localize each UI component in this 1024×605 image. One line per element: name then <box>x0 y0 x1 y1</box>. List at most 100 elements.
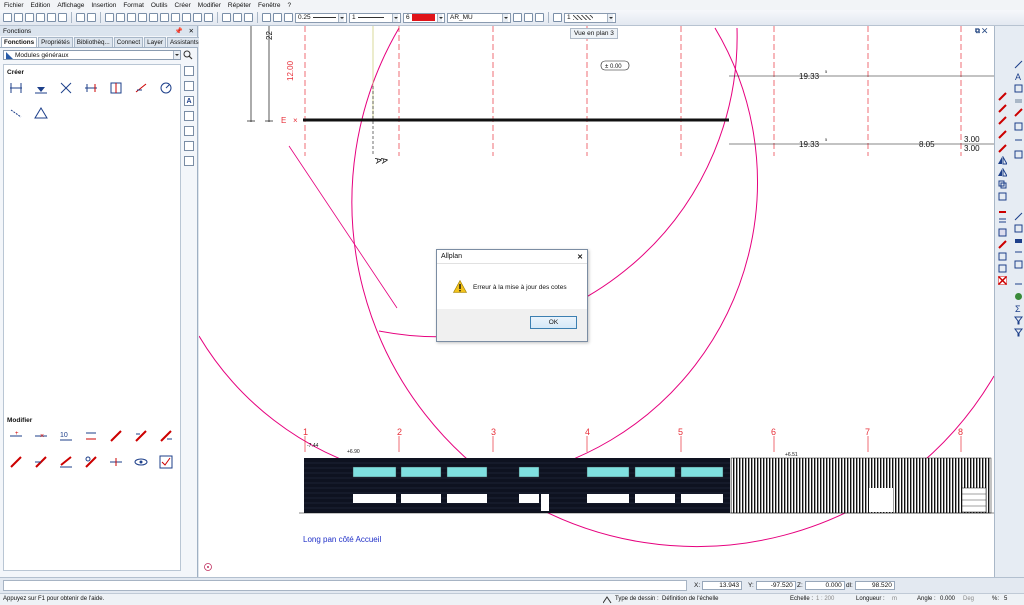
paste-icon[interactable] <box>127 13 136 22</box>
coord-z-value[interactable]: 0.000 <box>804 581 845 590</box>
command-input[interactable] <box>3 580 687 591</box>
undo-icon[interactable] <box>76 13 85 22</box>
pin-icon[interactable]: 📌 <box>174 27 182 35</box>
filter-icon[interactable] <box>1014 316 1023 325</box>
menu-fenetre[interactable]: Fenêtre <box>258 2 280 9</box>
tool-8-icon[interactable] <box>1014 236 1023 245</box>
tool-10-icon[interactable] <box>1014 248 1023 257</box>
copy-format-icon[interactable] <box>222 13 231 22</box>
hatch-select[interactable]: 1 <box>564 12 616 23</box>
menu-creer[interactable]: Créer <box>175 2 191 9</box>
coord-d-value[interactable]: 98.520 <box>854 581 895 590</box>
pattern-icon[interactable] <box>184 141 194 151</box>
menu-help[interactable]: ? <box>287 2 291 9</box>
coord-x-value[interactable]: 13.943 <box>702 581 743 590</box>
pen-edit-4-icon[interactable] <box>84 455 98 469</box>
dim-tool-icon[interactable] <box>1014 84 1023 93</box>
chevron-down-icon[interactable] <box>392 13 398 22</box>
tool-6-icon[interactable] <box>1014 224 1023 233</box>
mirror-2-icon[interactable] <box>998 168 1007 177</box>
modify-dim-icon[interactable] <box>109 429 123 443</box>
move-dim-icon[interactable] <box>84 429 98 443</box>
chevron-down-icon[interactable] <box>338 13 344 22</box>
plot-icon[interactable] <box>36 13 45 22</box>
fill-icon[interactable] <box>184 156 194 166</box>
arc-dim-icon[interactable] <box>9 106 23 120</box>
view-3d-icon[interactable] <box>171 13 180 22</box>
delete-tool-icon[interactable] <box>998 276 1007 285</box>
close-icon[interactable]: ✕ <box>577 253 583 261</box>
redo-icon[interactable] <box>87 13 96 22</box>
split-dim-icon[interactable] <box>109 455 123 469</box>
line-type-select[interactable]: 1 <box>349 12 401 23</box>
fileset-icon[interactable] <box>204 13 213 22</box>
check-dim-icon[interactable] <box>159 455 173 469</box>
copy-icon[interactable] <box>116 13 125 22</box>
tab-connect[interactable]: Connect <box>113 37 144 47</box>
text-icon[interactable]: A <box>184 96 194 106</box>
copy-tool-icon[interactable] <box>998 180 1007 189</box>
angle-value[interactable]: 0.000 <box>940 596 955 602</box>
chevron-down-icon[interactable] <box>173 51 180 59</box>
align-tool-icon[interactable] <box>998 216 1007 225</box>
elevation-dim-icon[interactable] <box>34 81 48 95</box>
modify-red-2-icon[interactable] <box>998 104 1007 113</box>
animation-icon[interactable] <box>182 13 191 22</box>
text-tool-icon[interactable]: A <box>1014 72 1023 81</box>
new-file-icon[interactable] <box>3 13 12 22</box>
modify-red-4-icon[interactable] <box>998 116 1007 125</box>
drawing-canvas[interactable]: E × 22 12.00 A A ± 0.00 19.33 5 19.33 5 … <box>199 26 994 577</box>
filter-2-icon[interactable] <box>1014 328 1023 337</box>
drawing-type-value[interactable]: Définition de l'échelle <box>662 596 719 602</box>
menu-edition[interactable]: Edition <box>31 2 51 9</box>
line-tool-icon[interactable] <box>1014 60 1023 69</box>
menu-fichier[interactable]: Fichier <box>4 2 24 9</box>
pen-edit-icon[interactable] <box>9 455 23 469</box>
pipette-icon[interactable] <box>284 13 293 22</box>
save-icon[interactable] <box>25 13 34 22</box>
tab-assistants[interactable]: Assistants <box>166 37 202 47</box>
chevron-down-icon[interactable] <box>436 13 444 22</box>
stretch-tool-icon[interactable] <box>998 204 1007 213</box>
dim-style-2-icon[interactable] <box>184 81 194 91</box>
pen-icon[interactable] <box>262 13 271 22</box>
menu-outils[interactable]: Outils <box>151 2 168 9</box>
hatching-icon[interactable] <box>184 126 194 136</box>
tool-15-icon[interactable] <box>1014 292 1023 301</box>
tool-icon[interactable] <box>1014 96 1023 105</box>
menu-insertion[interactable]: Insertion <box>91 2 116 9</box>
cut-icon[interactable] <box>105 13 114 22</box>
line-thickness-select[interactable]: 0.25 <box>295 12 347 23</box>
mirror-icon[interactable] <box>998 156 1007 165</box>
visibility-icon[interactable] <box>535 13 544 22</box>
close-icon[interactable]: ✕ <box>189 27 194 35</box>
modify-red-3-icon[interactable] <box>1014 108 1023 117</box>
angle-dim-icon[interactable] <box>59 81 73 95</box>
select-icon[interactable] <box>149 13 158 22</box>
menu-modifier[interactable]: Modifier <box>198 2 221 9</box>
eye-icon[interactable] <box>134 455 148 469</box>
tool-11-icon[interactable] <box>998 252 1007 261</box>
module-select[interactable]: Modules généraux <box>3 50 181 60</box>
add-point-icon[interactable]: + <box>9 429 23 443</box>
modify-dim-3-icon[interactable] <box>159 429 173 443</box>
modify-red-icon[interactable] <box>998 92 1007 101</box>
modify-dim-2-icon[interactable] <box>134 429 148 443</box>
bulb-icon[interactable] <box>524 13 533 22</box>
radius-dim-icon[interactable] <box>159 81 173 95</box>
chain-dim-icon[interactable] <box>109 81 123 95</box>
dimension-icon[interactable] <box>184 111 194 121</box>
search-icon[interactable] <box>183 50 193 60</box>
tab-bibliotheque[interactable]: Bibliothèq... <box>73 37 113 47</box>
layer-select[interactable]: AR_MU <box>447 12 511 23</box>
linear-dim-icon[interactable] <box>84 81 98 95</box>
remove-point-icon[interactable]: × <box>34 429 48 443</box>
tool-5-icon[interactable] <box>1014 212 1023 221</box>
ok-button[interactable]: OK <box>530 316 577 329</box>
tool-14-icon[interactable] <box>1014 280 1023 289</box>
menu-affichage[interactable]: Affichage <box>57 2 84 9</box>
tool-3-icon[interactable] <box>1014 136 1023 145</box>
brush-icon[interactable] <box>273 13 282 22</box>
pen-edit-3-icon[interactable] <box>59 455 73 469</box>
zoom-value[interactable]: 5 <box>1004 596 1007 602</box>
